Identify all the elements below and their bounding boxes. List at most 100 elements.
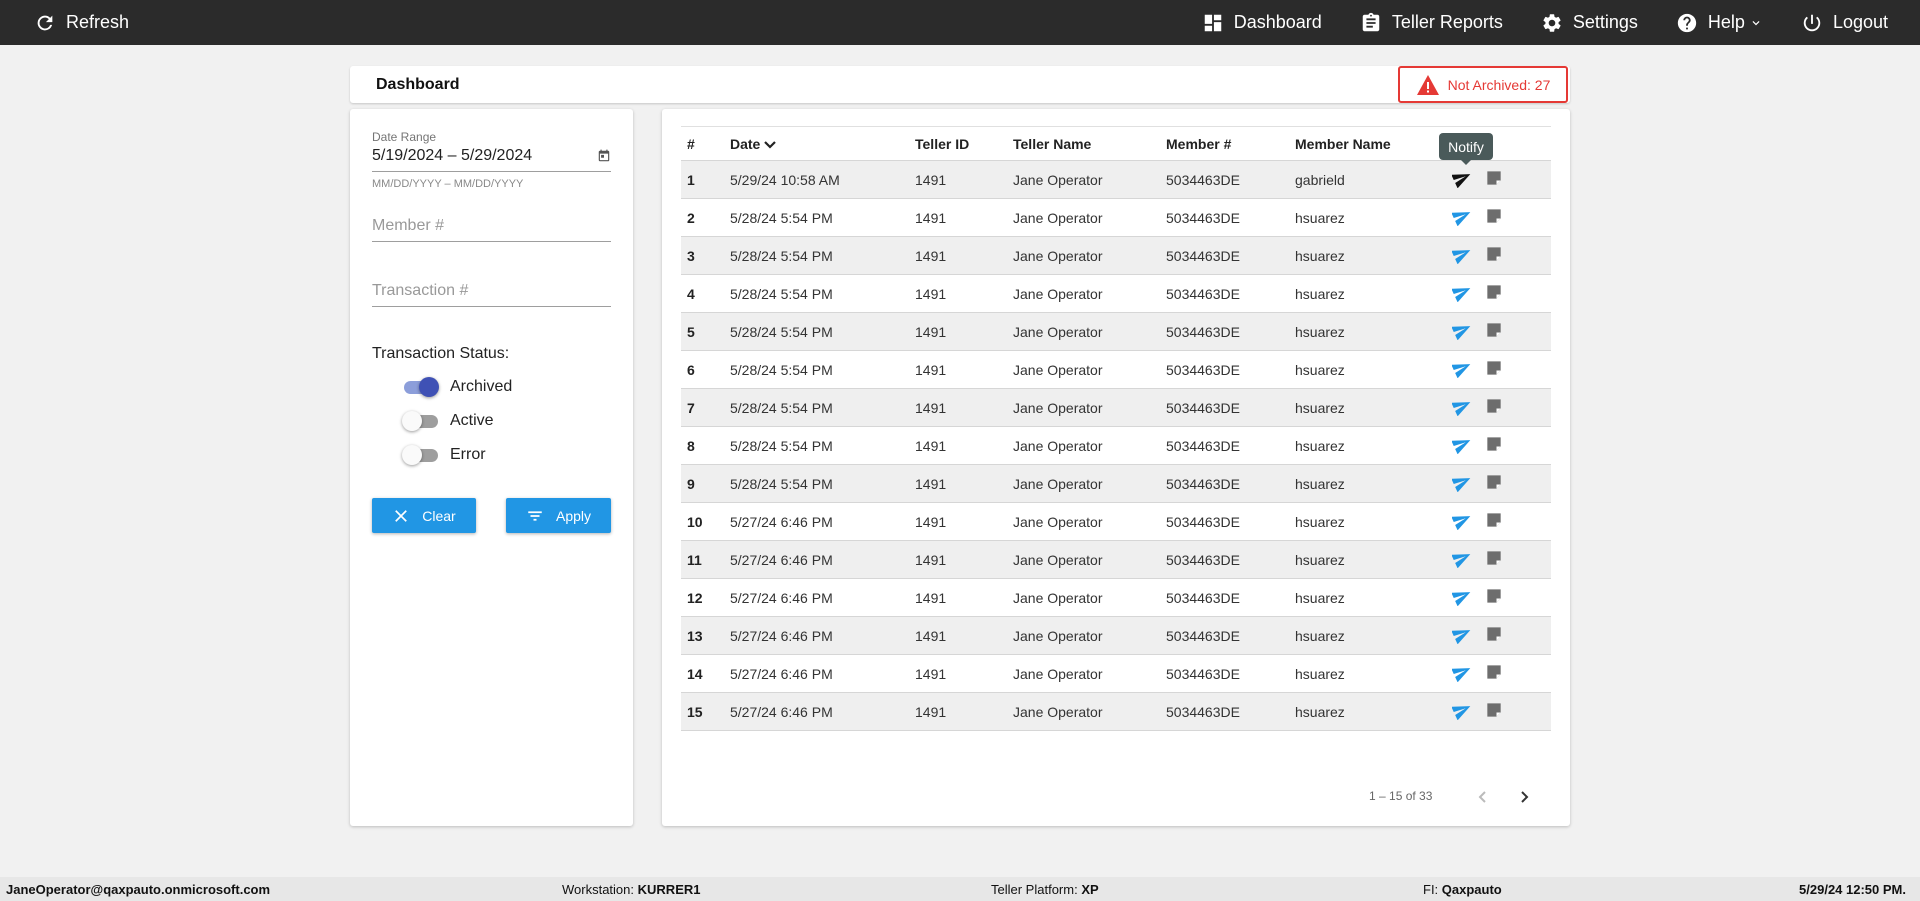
transactions-table: # Date Teller ID Teller Name Member # Me… <box>681 126 1551 731</box>
note-button[interactable] <box>1484 320 1504 343</box>
notify-button[interactable] <box>1451 510 1472 533</box>
col-date[interactable]: Date <box>724 127 909 161</box>
toggle-error[interactable]: Error <box>402 445 486 465</box>
note-icon <box>1487 703 1501 717</box>
table-row[interactable]: 3 5/28/24 5:54 PM 1491 Jane Operator 5034463… <box>681 236 1551 275</box>
note-button[interactable] <box>1484 206 1504 229</box>
toggle-active[interactable]: Active <box>402 411 494 431</box>
gear-icon <box>1543 13 1561 32</box>
table-row[interactable]: 13 5/27/24 6:46 PM 1491 Jane Operator 503446… <box>681 616 1551 655</box>
nav-settings[interactable]: Settings <box>1541 12 1638 34</box>
notify-button[interactable] <box>1451 396 1472 419</box>
nav-help[interactable]: Help <box>1676 12 1763 34</box>
active-label: Active <box>450 412 494 429</box>
cell-teller-id: 1491 <box>915 665 947 682</box>
col-teller-name[interactable]: Teller Name <box>1007 127 1160 161</box>
footer-fi: Qaxpauto <box>1441 882 1502 897</box>
notify-button[interactable] <box>1451 320 1472 343</box>
notify-button[interactable] <box>1451 624 1472 647</box>
not-archived-badge[interactable]: Not Archived: 27 <box>1398 66 1568 103</box>
nav-teller-reports-label: Teller Reports <box>1391 12 1503 32</box>
send-icon <box>1451 402 1471 417</box>
apply-button[interactable]: Apply <box>506 498 611 533</box>
nav-logout[interactable]: Logout <box>1801 12 1888 34</box>
notify-button[interactable] <box>1451 244 1472 267</box>
member-input[interactable]: Member # <box>372 217 611 242</box>
error-switch[interactable] <box>402 445 438 465</box>
cell-actions <box>1446 617 1551 655</box>
note-button[interactable] <box>1484 586 1504 609</box>
table-row[interactable]: 15 5/27/24 6:46 PM 1491 Jane Operator 503446… <box>681 692 1551 731</box>
warning-icon <box>1416 74 1439 95</box>
notify-button[interactable] <box>1451 700 1472 723</box>
col-teller-id[interactable]: Teller ID <box>909 127 1007 161</box>
next-page-button[interactable] <box>1514 787 1534 807</box>
date-range-field[interactable]: Date Range 5/19/2024 – 5/29/2024 MM/DD/Y… <box>372 130 611 190</box>
nav-logout-label: Logout <box>1832 12 1888 32</box>
table-row[interactable]: 4 5/28/24 5:54 PM 1491 Jane Operator 5034463… <box>681 274 1551 313</box>
nav-dashboard-label: Dashboard <box>1233 12 1322 32</box>
table-row[interactable]: 10 5/27/24 6:46 PM 1491 Jane Operator 503446… <box>681 502 1551 541</box>
note-button[interactable] <box>1484 396 1504 419</box>
table-row[interactable]: 6 5/28/24 5:54 PM 1491 Jane Operator 5034463… <box>681 350 1551 389</box>
refresh-button[interactable]: Refresh <box>34 0 129 45</box>
notify-button[interactable] <box>1451 434 1472 457</box>
note-button[interactable] <box>1484 168 1504 191</box>
table-row[interactable]: 1 5/29/24 10:58 AM 1491 Jane Operator 503446… <box>681 160 1551 199</box>
archived-switch[interactable] <box>402 377 439 397</box>
transaction-input[interactable]: Transaction # <box>372 282 611 307</box>
note-button[interactable] <box>1484 624 1504 647</box>
table-row[interactable]: 11 5/27/24 6:46 PM 1491 Jane Operator 503446… <box>681 540 1551 579</box>
date-range-value[interactable]: 5/19/2024 – 5/29/2024 <box>372 147 532 165</box>
transaction-field[interactable]: Transaction # <box>372 282 611 307</box>
note-button[interactable] <box>1484 434 1504 457</box>
toggle-archived[interactable]: Archived <box>402 377 512 397</box>
notify-button[interactable] <box>1451 472 1472 495</box>
table-row[interactable]: 5 5/28/24 5:54 PM 1491 Jane Operator 5034463… <box>681 312 1551 351</box>
cell-number: 8 <box>687 437 695 454</box>
note-button[interactable] <box>1484 510 1504 533</box>
col-member-name[interactable]: Member Name <box>1289 127 1446 161</box>
notify-button[interactable] <box>1451 358 1472 381</box>
cell-member-name: hsuarez <box>1295 285 1345 302</box>
nav-teller-reports[interactable]: Teller Reports <box>1360 12 1503 34</box>
notify-button[interactable] <box>1451 282 1472 305</box>
send-icon <box>1451 250 1471 265</box>
table-row[interactable]: 14 5/27/24 6:46 PM 1491 Jane Operator 503446… <box>681 654 1551 693</box>
footer-user: JaneOperator@qaxpauto.onmicrosoft.com <box>6 882 271 897</box>
table-row[interactable]: 12 5/27/24 6:46 PM 1491 Jane Operator 503446… <box>681 578 1551 617</box>
cell-actions <box>1446 503 1551 541</box>
table-row[interactable]: 8 5/28/24 5:54 PM 1491 Jane Operator 5034463… <box>681 426 1551 465</box>
cell-teller-id: 1491 <box>915 323 947 340</box>
note-button[interactable] <box>1484 700 1504 723</box>
nav-dashboard[interactable]: Dashboard <box>1202 12 1322 34</box>
note-button[interactable] <box>1484 472 1504 495</box>
notify-button[interactable] <box>1451 206 1472 229</box>
note-button[interactable] <box>1484 282 1504 305</box>
note-button[interactable] <box>1484 662 1504 685</box>
calendar-icon[interactable] <box>597 149 611 163</box>
notify-button[interactable] <box>1451 548 1472 571</box>
note-button[interactable] <box>1484 548 1504 571</box>
prev-page-button[interactable] <box>1473 787 1493 807</box>
footer-fi-label: FI: <box>1423 882 1439 897</box>
nav-help-label: Help <box>1707 12 1745 32</box>
table-row[interactable]: 2 5/28/24 5:54 PM 1491 Jane Operator 5034463… <box>681 198 1551 237</box>
col-member-number[interactable]: Member # <box>1160 127 1289 161</box>
active-switch[interactable] <box>402 411 438 431</box>
notify-button[interactable] <box>1451 662 1472 685</box>
note-button[interactable] <box>1484 358 1504 381</box>
header-card: Dashboard Not Archived: 27 <box>350 66 1570 103</box>
table-row[interactable]: 9 5/28/24 5:54 PM 1491 Jane Operator 5034463… <box>681 464 1551 503</box>
note-icon <box>1487 209 1501 223</box>
notify-button[interactable] <box>1451 586 1472 609</box>
notify-button[interactable] <box>1451 168 1472 191</box>
table-row[interactable]: 7 5/28/24 5:54 PM 1491 Jane Operator 5034463… <box>681 388 1551 427</box>
cell-number: 6 <box>687 361 695 378</box>
cell-teller-id: 1491 <box>915 475 947 492</box>
cell-actions <box>1446 351 1551 389</box>
clear-button[interactable]: Clear <box>372 498 476 533</box>
refresh-label: Refresh <box>66 12 130 32</box>
member-field[interactable]: Member # <box>372 217 611 242</box>
note-button[interactable] <box>1484 244 1504 267</box>
